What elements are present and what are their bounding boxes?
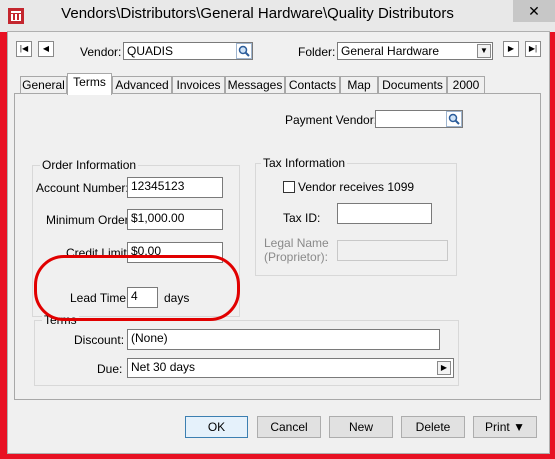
tab-general[interactable]: General bbox=[20, 76, 67, 94]
legal-name-label: Legal Name bbox=[264, 236, 329, 250]
new-button[interactable]: New bbox=[329, 416, 393, 438]
tab-messages[interactable]: Messages bbox=[225, 76, 285, 94]
payment-vendor-lookup-button[interactable] bbox=[446, 111, 462, 127]
magnifier-icon bbox=[448, 113, 460, 125]
order-information-title: Order Information bbox=[40, 158, 139, 172]
vendor-label: Vendor: bbox=[80, 45, 122, 59]
legal-name-sublabel: (Proprietor): bbox=[264, 250, 329, 264]
vendor-lookup-button[interactable] bbox=[236, 43, 252, 59]
account-number-input[interactable]: 12345123 bbox=[127, 177, 223, 198]
next-record-button[interactable]: ▶ bbox=[503, 41, 519, 57]
discount-input[interactable]: (None) bbox=[127, 329, 440, 350]
tab-terms[interactable]: Terms bbox=[67, 73, 112, 95]
folder-label: Folder: bbox=[298, 45, 336, 59]
tab-advanced[interactable]: Advanced bbox=[112, 76, 172, 94]
tax-information-title: Tax Information bbox=[261, 156, 348, 170]
tab-documents[interactable]: Documents bbox=[378, 76, 447, 94]
due-expand-icon[interactable]: ▶ bbox=[437, 361, 451, 375]
close-icon: ✕ bbox=[528, 3, 540, 19]
payment-vendor-label: Payment Vendor: bbox=[285, 113, 378, 127]
vendor-1099-checkbox[interactable] bbox=[283, 181, 295, 193]
next-record-icon: ▶ bbox=[507, 44, 515, 53]
title-bar: Vendors\Distributors\General Hardware\Qu… bbox=[0, 0, 555, 32]
tab-contacts[interactable]: Contacts bbox=[285, 76, 340, 94]
minimum-order-label: Minimum Order: bbox=[46, 213, 133, 227]
prev-record-icon: ◀ bbox=[42, 44, 50, 53]
tax-id-label: Tax ID: bbox=[283, 211, 321, 225]
window-title: Vendors\Distributors\General Hardware\Qu… bbox=[61, 5, 454, 22]
vendor-input[interactable]: QUADIS bbox=[123, 42, 253, 60]
tab-2000[interactable]: 2000 bbox=[447, 76, 485, 94]
tax-id-input[interactable] bbox=[337, 203, 432, 224]
discount-label: Discount: bbox=[74, 333, 125, 347]
last-record-icon: ▶| bbox=[528, 44, 538, 53]
vendor-1099-label: Vendor receives 1099 bbox=[298, 180, 415, 194]
account-number-label: Account Number: bbox=[36, 181, 129, 195]
cancel-button[interactable]: Cancel bbox=[257, 416, 321, 438]
first-record-button[interactable]: |◀ bbox=[16, 41, 32, 57]
last-record-button[interactable]: ▶| bbox=[525, 41, 541, 57]
tab-map[interactable]: Map bbox=[340, 76, 378, 94]
delete-button[interactable]: Delete bbox=[401, 416, 465, 438]
print-button-label: Print bbox=[485, 420, 510, 434]
annotation-highlight bbox=[34, 255, 240, 321]
minimum-order-input[interactable]: $1,000.00 bbox=[127, 209, 223, 230]
close-button[interactable]: ✕ bbox=[513, 0, 555, 22]
folder-select[interactable]: General Hardware bbox=[337, 42, 493, 60]
due-select[interactable]: Net 30 days bbox=[127, 358, 454, 378]
first-record-icon: |◀ bbox=[19, 44, 29, 53]
folder-dropdown-icon[interactable]: ▼ bbox=[477, 44, 491, 58]
ok-button[interactable]: OK bbox=[185, 416, 248, 438]
legal-name-input[interactable] bbox=[337, 240, 448, 261]
magnifier-icon bbox=[238, 45, 250, 57]
chevron-down-icon: ▼ bbox=[513, 420, 525, 434]
prev-record-button[interactable]: ◀ bbox=[38, 41, 54, 57]
print-button[interactable]: Print ▼ bbox=[473, 416, 537, 438]
due-label: Due: bbox=[97, 362, 123, 376]
tab-invoices[interactable]: Invoices bbox=[172, 76, 225, 94]
